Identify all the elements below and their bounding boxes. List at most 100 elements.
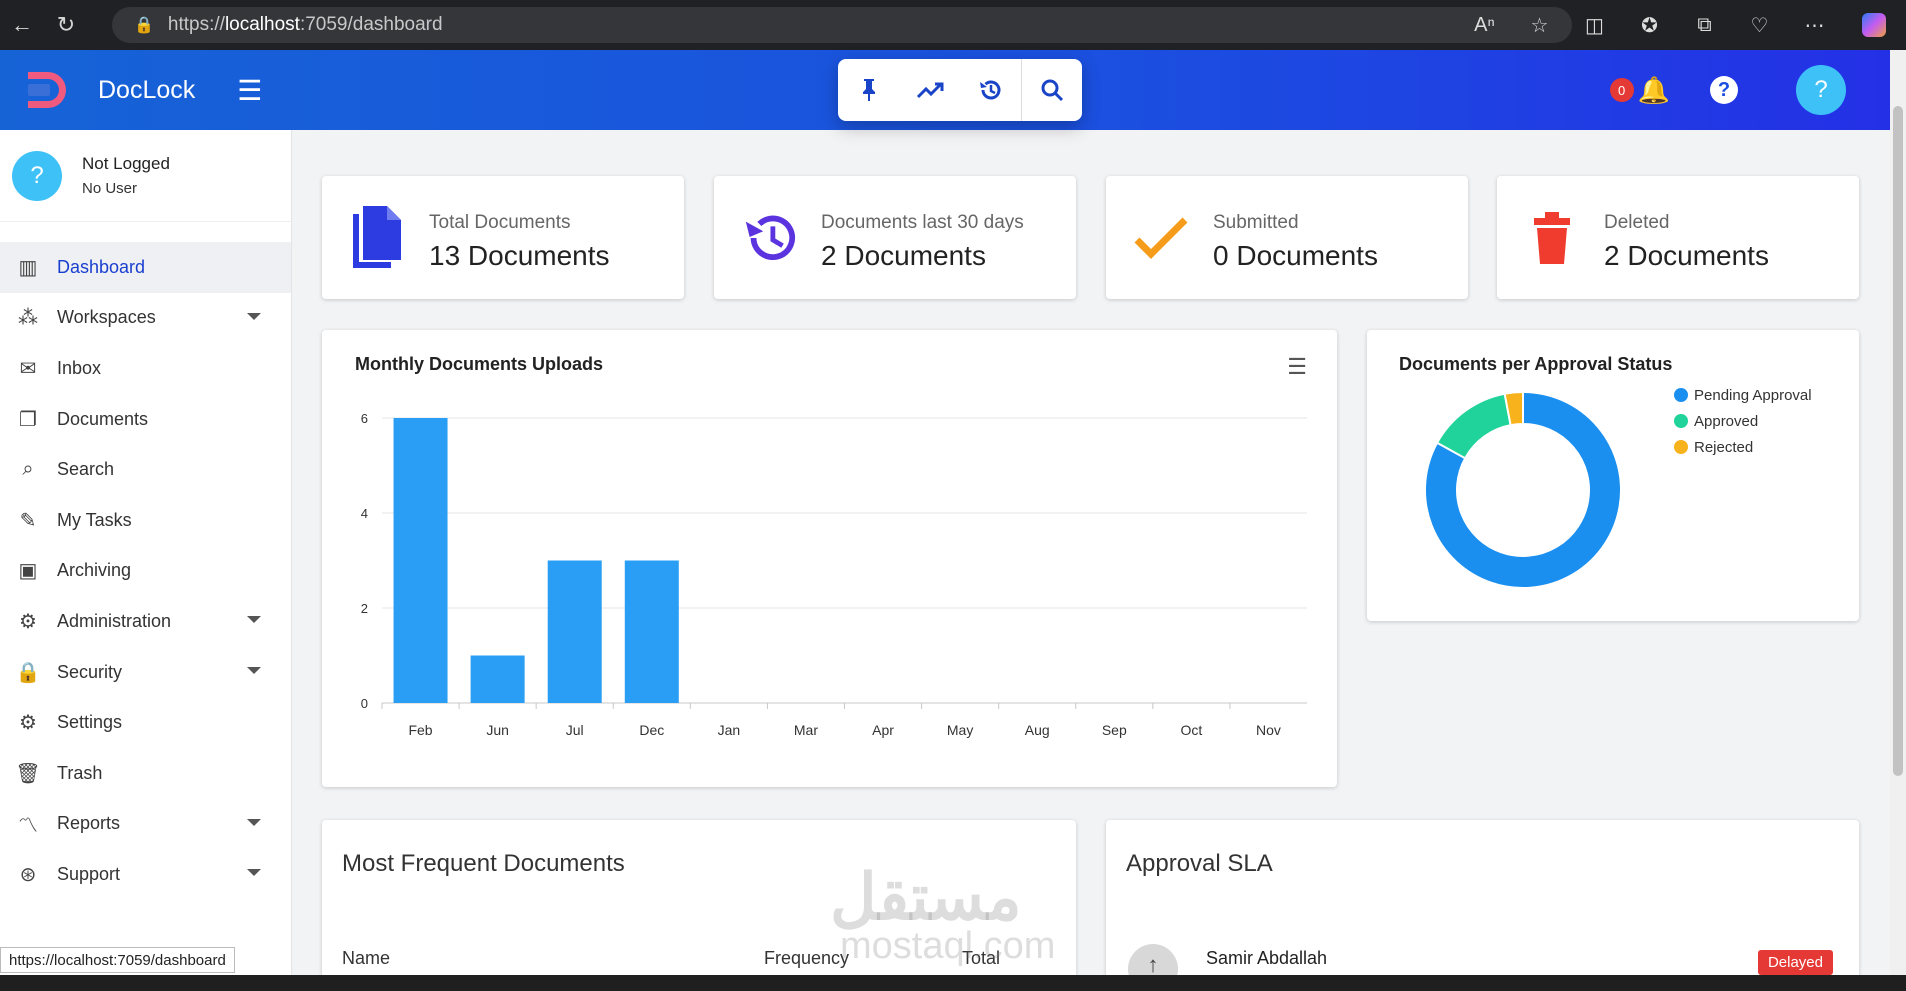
chevron-down-icon: [247, 616, 261, 624]
status-bar-url: https://localhost:7059/dashboard: [0, 947, 235, 973]
bell-icon: 🔔: [1637, 74, 1670, 105]
legend-marker: [1674, 388, 1688, 402]
bar-feb[interactable]: [393, 418, 448, 703]
legend-item[interactable]: Rejected: [1674, 434, 1812, 460]
workspaces-icon: ⁂: [18, 307, 38, 330]
scrollbar-thumb[interactable]: [1893, 106, 1903, 776]
column-header-name: Name: [342, 948, 391, 968]
user-avatar-button[interactable]: ?: [1796, 65, 1846, 115]
x-tick-label: Jan: [718, 722, 741, 738]
legend-item[interactable]: Pending Approval: [1674, 382, 1812, 408]
user-name: Not Logged: [82, 154, 170, 173]
sidebar-nav: ▥ Dashboard ⁂ Workspaces ✉ Inbox ❐ Documents ⌕ Se…: [0, 242, 291, 900]
menu-toggle-icon[interactable]: ☰: [237, 74, 262, 107]
monthly-uploads-card: Monthly Documents Uploads ☰ 0 2 4 6 Feb Jun Ju…: [322, 330, 1337, 787]
sidebar-item-security[interactable]: 🔒 Security: [0, 647, 291, 698]
copilot-icon[interactable]: [1862, 13, 1886, 37]
x-tick-label: Oct: [1180, 722, 1202, 738]
sidebar: ? Not Logged No User ▥ Dashboard ⁂ Workspac…: [0, 130, 292, 975]
x-tick-label: Nov: [1256, 722, 1281, 738]
sidebar-item-my-tasks[interactable]: ✎ My Tasks: [0, 495, 291, 546]
split-screen-icon[interactable]: ◫: [1567, 13, 1622, 38]
column-header-frequency: Frequency: [764, 948, 850, 968]
favorites-icon[interactable]: ✪: [1622, 13, 1677, 38]
legend-label: Approved: [1694, 412, 1759, 430]
check-icon: [1132, 206, 1190, 270]
chevron-down-icon: [247, 312, 261, 320]
search-icon[interactable]: [1021, 59, 1082, 121]
stat-label: Documents last 30 days: [821, 212, 1024, 233]
sidebar-item-label: Reports: [57, 813, 121, 834]
admin-icon: ⚙: [19, 610, 37, 633]
legend-marker: [1674, 440, 1688, 454]
trash-icon: 🗑: [15, 762, 41, 785]
back-icon[interactable]: ←: [0, 0, 44, 50]
task-icon: ✎: [19, 509, 37, 532]
bar-jul[interactable]: [547, 560, 602, 704]
header-actions: 0 🔔 ? ?: [1609, 50, 1906, 130]
sidebar-item-reports[interactable]: 〽 Reports: [0, 799, 291, 850]
stat-value: 2 Documents: [821, 240, 986, 271]
user-info: ? Not Logged No User: [0, 130, 291, 222]
address-bar[interactable]: 🔒 https://localhost:7059/dashboard: [112, 7, 1572, 43]
stat-card-submitted: Submitted 0 Documents: [1106, 176, 1468, 299]
chart-legend: Pending Approval Approved Rejected: [1674, 382, 1812, 460]
trash-icon: [1523, 206, 1581, 270]
help-icon[interactable]: ?: [1710, 76, 1738, 104]
section-title: Approval SLA: [1126, 850, 1273, 877]
sidebar-item-support[interactable]: ⊛ Support: [0, 849, 291, 900]
stat-card-deleted: Deleted 2 Documents: [1497, 176, 1859, 299]
x-tick-label: Feb: [408, 722, 432, 738]
sidebar-item-workspaces[interactable]: ⁂ Workspaces: [0, 293, 291, 344]
notifications-button[interactable]: 0 🔔: [1609, 74, 1670, 106]
sidebar-item-administration[interactable]: ⚙ Administration: [0, 596, 291, 647]
lock-icon: 🔒: [15, 661, 41, 684]
health-icon[interactable]: ♡: [1732, 13, 1787, 38]
sla-person-name: Samir Abdallah: [1206, 948, 1328, 968]
trending-icon[interactable]: [899, 59, 960, 121]
bar-chart: 0 2 4 6 Feb Jun Jul Dec Jan Mar Apr May Aug Sep Oct Nov: [361, 411, 1307, 738]
slice-approved[interactable]: [1435, 392, 1512, 460]
reload-icon[interactable]: ↻: [44, 0, 88, 50]
approval-sla-card: Approval SLA ↑ Samir Abdallah Delayed: [1106, 820, 1859, 991]
stat-label: Total Documents: [429, 212, 571, 233]
pin-icon[interactable]: [838, 59, 899, 121]
chevron-down-icon: [247, 818, 261, 826]
more-icon[interactable]: ⋯: [1787, 13, 1842, 38]
sidebar-item-settings[interactable]: ⚙ Settings: [0, 697, 291, 748]
history-icon[interactable]: [960, 59, 1021, 121]
bar-jun[interactable]: [470, 655, 525, 704]
sidebar-item-label: Settings: [57, 712, 123, 733]
stat-value: 2 Documents: [1604, 240, 1769, 271]
legend-label: Rejected: [1694, 438, 1754, 456]
quick-actions: [838, 59, 1082, 121]
bar-dec[interactable]: [624, 560, 679, 704]
documents-icon: [348, 206, 406, 270]
trend-icon: 〽: [18, 815, 38, 838]
sidebar-item-documents[interactable]: ❐ Documents: [0, 394, 291, 445]
lock-icon: 🔒: [134, 17, 154, 34]
x-tick-label: Dec: [639, 722, 664, 738]
watermark-arabic: مستقل: [830, 861, 1022, 933]
legend-item[interactable]: Approved: [1674, 408, 1812, 434]
scrollbar[interactable]: [1890, 50, 1906, 975]
sidebar-item-label: Dashboard: [57, 256, 146, 277]
chevron-down-icon: [247, 869, 261, 877]
sidebar-item-search[interactable]: ⌕ Search: [0, 444, 291, 495]
sidebar-item-label: Archiving: [57, 560, 132, 581]
sidebar-item-dashboard[interactable]: ▥ Dashboard: [0, 242, 291, 293]
read-aloud-icon[interactable]: Aⁿ: [1457, 14, 1512, 37]
sidebar-item-label: Documents: [57, 408, 149, 429]
sidebar-item-trash[interactable]: 🗑 Trash: [0, 748, 291, 799]
stat-value: 0 Documents: [1213, 240, 1378, 271]
sidebar-item-inbox[interactable]: ✉ Inbox: [0, 343, 291, 394]
donut-chart: [1424, 390, 1622, 589]
favorite-star-icon[interactable]: ☆: [1512, 13, 1567, 38]
collections-icon[interactable]: ⧉: [1677, 14, 1732, 37]
sidebar-item-archiving[interactable]: ▣ Archiving: [0, 546, 291, 597]
stat-value: 13 Documents: [429, 240, 610, 271]
sidebar-item-label: Security: [57, 661, 123, 682]
approval-status-card: Documents per Approval Status Pending Ap…: [1367, 330, 1859, 621]
legend-label: Pending Approval: [1694, 386, 1812, 404]
user-subtitle: No User: [82, 180, 138, 197]
